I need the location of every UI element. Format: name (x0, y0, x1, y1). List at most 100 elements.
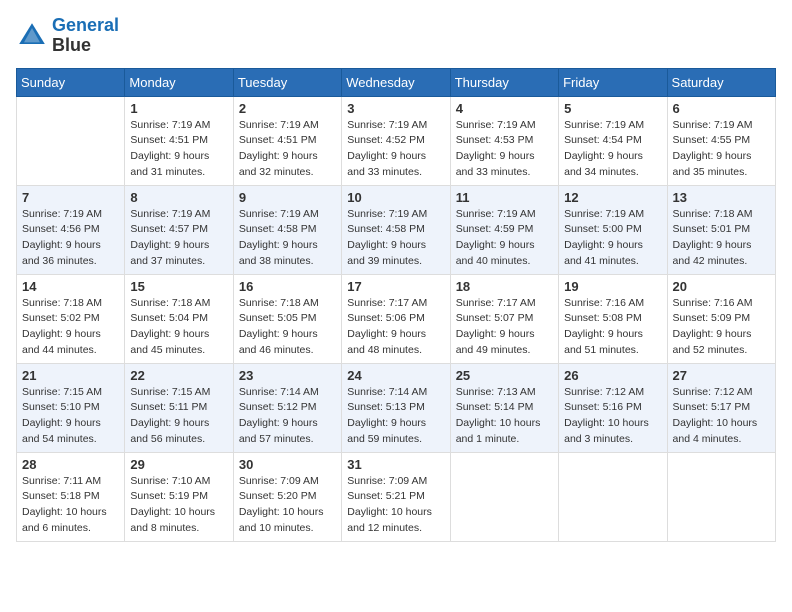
day-number: 7 (22, 190, 119, 205)
day-number: 31 (347, 457, 444, 472)
day-number: 18 (456, 279, 553, 294)
day-detail: Sunrise: 7:13 AMSunset: 5:14 PMDaylight:… (456, 385, 553, 448)
calendar-cell: 21 Sunrise: 7:15 AMSunset: 5:10 PMDayligh… (17, 363, 125, 452)
calendar-cell: 5 Sunrise: 7:19 AMSunset: 4:54 PMDaylight… (559, 96, 667, 185)
day-detail: Sunrise: 7:19 AMSunset: 4:54 PMDaylight:… (564, 118, 661, 181)
calendar-cell: 31 Sunrise: 7:09 AMSunset: 5:21 PMDayligh… (342, 452, 450, 541)
calendar-cell: 29 Sunrise: 7:10 AMSunset: 5:19 PMDayligh… (125, 452, 233, 541)
day-number: 30 (239, 457, 336, 472)
day-detail: Sunrise: 7:19 AMSunset: 4:52 PMDaylight:… (347, 118, 444, 181)
day-detail: Sunrise: 7:18 AMSunset: 5:02 PMDaylight:… (22, 296, 119, 359)
day-number: 2 (239, 101, 336, 116)
day-detail: Sunrise: 7:19 AMSunset: 4:53 PMDaylight:… (456, 118, 553, 181)
calendar-cell: 7Sunrise: 7:19 AMSunset: 4:56 PMDaylight… (17, 185, 125, 274)
logo: General Blue (16, 16, 119, 56)
day-detail: Sunrise: 7:18 AMSunset: 5:04 PMDaylight:… (130, 296, 227, 359)
calendar-cell: 30 Sunrise: 7:09 AMSunset: 5:20 PMDayligh… (233, 452, 341, 541)
calendar-cell: 27 Sunrise: 7:12 AMSunset: 5:17 PMDayligh… (667, 363, 775, 452)
day-detail: Sunrise: 7:17 AMSunset: 5:06 PMDaylight:… (347, 296, 444, 359)
calendar-cell (17, 96, 125, 185)
day-number: 22 (130, 368, 227, 383)
day-number: 5 (564, 101, 661, 116)
calendar-cell: 23Sunrise: 7:14 AMSunset: 5:12 PMDayligh… (233, 363, 341, 452)
calendar-cell: 12 Sunrise: 7:19 AMSunset: 5:00 PMDayligh… (559, 185, 667, 274)
day-detail: Sunrise: 7:16 AMSunset: 5:09 PMDaylight:… (673, 296, 770, 359)
day-number: 29 (130, 457, 227, 472)
calendar-cell (559, 452, 667, 541)
day-detail: Sunrise: 7:09 AMSunset: 5:21 PMDaylight:… (347, 474, 444, 537)
weekday-header-cell: Friday (559, 68, 667, 96)
day-detail: Sunrise: 7:19 AMSunset: 4:59 PMDaylight:… (456, 207, 553, 270)
calendar-cell: 14 Sunrise: 7:18 AMSunset: 5:02 PMDayligh… (17, 274, 125, 363)
calendar-cell (667, 452, 775, 541)
logo-icon (16, 20, 48, 52)
page-header: General Blue (16, 16, 776, 56)
day-detail: Sunrise: 7:19 AMSunset: 4:58 PMDaylight:… (239, 207, 336, 270)
day-detail: Sunrise: 7:10 AMSunset: 5:19 PMDaylight:… (130, 474, 227, 537)
calendar-cell: 18 Sunrise: 7:17 AMSunset: 5:07 PMDayligh… (450, 274, 558, 363)
day-number: 10 (347, 190, 444, 205)
day-number: 4 (456, 101, 553, 116)
day-number: 20 (673, 279, 770, 294)
calendar-week-row: 21 Sunrise: 7:15 AMSunset: 5:10 PMDayligh… (17, 363, 776, 452)
day-detail: Sunrise: 7:14 AMSunset: 5:13 PMDaylight:… (347, 385, 444, 448)
day-detail: Sunrise: 7:19 AMSunset: 4:51 PMDaylight:… (130, 118, 227, 181)
calendar-cell: 19 Sunrise: 7:16 AMSunset: 5:08 PMDayligh… (559, 274, 667, 363)
day-detail: Sunrise: 7:16 AMSunset: 5:08 PMDaylight:… (564, 296, 661, 359)
weekday-header-cell: Saturday (667, 68, 775, 96)
weekday-header-cell: Monday (125, 68, 233, 96)
day-detail: Sunrise: 7:17 AMSunset: 5:07 PMDaylight:… (456, 296, 553, 359)
calendar-cell: 8Sunrise: 7:19 AMSunset: 4:57 PMDaylight… (125, 185, 233, 274)
day-number: 25 (456, 368, 553, 383)
calendar-cell: 17Sunrise: 7:17 AMSunset: 5:06 PMDayligh… (342, 274, 450, 363)
day-number: 27 (673, 368, 770, 383)
day-number: 14 (22, 279, 119, 294)
day-detail: Sunrise: 7:19 AMSunset: 4:58 PMDaylight:… (347, 207, 444, 270)
day-number: 16 (239, 279, 336, 294)
calendar-cell: 20 Sunrise: 7:16 AMSunset: 5:09 PMDayligh… (667, 274, 775, 363)
day-number: 6 (673, 101, 770, 116)
day-number: 12 (564, 190, 661, 205)
calendar-body: 1 Sunrise: 7:19 AMSunset: 4:51 PMDaylight… (17, 96, 776, 541)
calendar-cell: 24 Sunrise: 7:14 AMSunset: 5:13 PMDayligh… (342, 363, 450, 452)
day-detail: Sunrise: 7:19 AMSunset: 4:55 PMDaylight:… (673, 118, 770, 181)
weekday-header-cell: Thursday (450, 68, 558, 96)
weekday-header-cell: Sunday (17, 68, 125, 96)
calendar-cell: 1 Sunrise: 7:19 AMSunset: 4:51 PMDaylight… (125, 96, 233, 185)
weekday-header-cell: Wednesday (342, 68, 450, 96)
calendar-header-row: SundayMondayTuesdayWednesdayThursdayFrid… (17, 68, 776, 96)
day-detail: Sunrise: 7:11 AMSunset: 5:18 PMDaylight:… (22, 474, 119, 537)
calendar-cell: 10 Sunrise: 7:19 AMSunset: 4:58 PMDayligh… (342, 185, 450, 274)
calendar-week-row: 1 Sunrise: 7:19 AMSunset: 4:51 PMDaylight… (17, 96, 776, 185)
calendar-cell: 22Sunrise: 7:15 AMSunset: 5:11 PMDayligh… (125, 363, 233, 452)
day-number: 24 (347, 368, 444, 383)
weekday-header-cell: Tuesday (233, 68, 341, 96)
day-number: 3 (347, 101, 444, 116)
calendar-cell: 4 Sunrise: 7:19 AMSunset: 4:53 PMDaylight… (450, 96, 558, 185)
calendar-week-row: 7Sunrise: 7:19 AMSunset: 4:56 PMDaylight… (17, 185, 776, 274)
calendar-week-row: 28Sunrise: 7:11 AMSunset: 5:18 PMDayligh… (17, 452, 776, 541)
day-number: 11 (456, 190, 553, 205)
calendar-cell: 9 Sunrise: 7:19 AMSunset: 4:58 PMDaylight… (233, 185, 341, 274)
day-number: 9 (239, 190, 336, 205)
day-number: 21 (22, 368, 119, 383)
day-number: 1 (130, 101, 227, 116)
day-detail: Sunrise: 7:09 AMSunset: 5:20 PMDaylight:… (239, 474, 336, 537)
calendar-cell: 13Sunrise: 7:18 AMSunset: 5:01 PMDayligh… (667, 185, 775, 274)
calendar-cell: 3 Sunrise: 7:19 AMSunset: 4:52 PMDaylight… (342, 96, 450, 185)
day-detail: Sunrise: 7:14 AMSunset: 5:12 PMDaylight:… (239, 385, 336, 448)
day-detail: Sunrise: 7:12 AMSunset: 5:17 PMDaylight:… (673, 385, 770, 448)
day-detail: Sunrise: 7:19 AMSunset: 5:00 PMDaylight:… (564, 207, 661, 270)
day-number: 19 (564, 279, 661, 294)
day-detail: Sunrise: 7:19 AMSunset: 4:57 PMDaylight:… (130, 207, 227, 270)
calendar-cell: 11 Sunrise: 7:19 AMSunset: 4:59 PMDayligh… (450, 185, 558, 274)
calendar-cell: 28Sunrise: 7:11 AMSunset: 5:18 PMDayligh… (17, 452, 125, 541)
logo-text: General Blue (52, 16, 119, 56)
calendar-cell: 26Sunrise: 7:12 AMSunset: 5:16 PMDayligh… (559, 363, 667, 452)
day-number: 13 (673, 190, 770, 205)
calendar-table: SundayMondayTuesdayWednesdayThursdayFrid… (16, 68, 776, 542)
day-detail: Sunrise: 7:15 AMSunset: 5:10 PMDaylight:… (22, 385, 119, 448)
calendar-cell: 2Sunrise: 7:19 AMSunset: 4:51 PMDaylight… (233, 96, 341, 185)
day-detail: Sunrise: 7:18 AMSunset: 5:05 PMDaylight:… (239, 296, 336, 359)
calendar-cell: 6 Sunrise: 7:19 AMSunset: 4:55 PMDaylight… (667, 96, 775, 185)
